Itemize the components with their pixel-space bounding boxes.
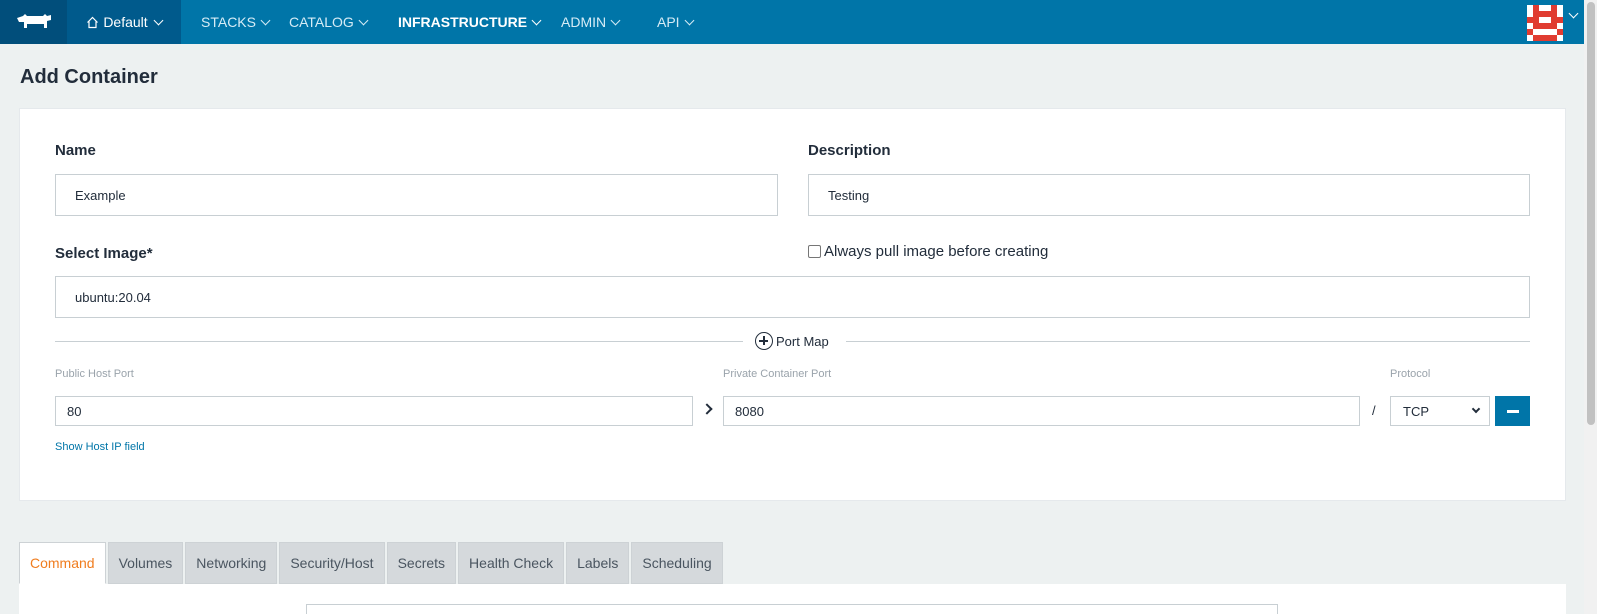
nav-item-label: CATALOG [289, 14, 354, 30]
command-input-box[interactable] [306, 604, 1278, 614]
chevron-down-icon [531, 15, 542, 25]
description-label: Description [808, 142, 891, 159]
public-host-port-input[interactable]: 80 [55, 396, 693, 426]
tab-networking[interactable]: Networking [185, 542, 278, 584]
top-navigation-bar: Default STACKS CATALOG INFRASTRUCTURE AD… [0, 0, 1584, 44]
pull-image-option[interactable]: Always pull image before creating [808, 243, 1048, 260]
remove-port-button[interactable] [1495, 396, 1530, 426]
name-input[interactable]: Example [55, 174, 778, 216]
protocol-select[interactable]: TCP [1390, 396, 1490, 426]
chevron-down-icon [610, 15, 621, 25]
tab-scheduling[interactable]: Scheduling [631, 542, 723, 584]
rancher-logo[interactable] [0, 0, 67, 44]
chevron-down-icon[interactable] [1568, 8, 1579, 19]
cow-logo-icon [16, 14, 51, 28]
config-tabs: Command Volumes Networking Security/Host… [19, 542, 723, 584]
home-icon [87, 16, 99, 28]
public-host-port-label: Public Host Port [55, 368, 134, 380]
select-image-label: Select Image* [55, 245, 153, 262]
page-title: Add Container [20, 66, 158, 88]
image-input[interactable]: ubuntu:20.04 [55, 276, 1530, 318]
scrollbar-thumb[interactable] [1587, 2, 1595, 425]
divider-left [55, 341, 743, 342]
tab-labels[interactable]: Labels [566, 542, 630, 584]
chevron-down-icon [1471, 404, 1481, 414]
chevron-down-icon [684, 15, 695, 25]
private-container-port-input[interactable]: 8080 [723, 396, 1360, 426]
plus-circle-icon [755, 332, 773, 350]
nav-item-stacks[interactable]: STACKS [201, 0, 271, 44]
divider-right [846, 341, 1530, 342]
user-avatar[interactable] [1527, 5, 1563, 41]
protocol-label: Protocol [1390, 368, 1431, 380]
environment-selector[interactable]: Default [67, 0, 181, 44]
port-protocol-separator: / [1372, 403, 1376, 418]
nav-item-admin[interactable]: ADMIN [561, 0, 621, 44]
nav-item-infrastructure[interactable]: INFRASTRUCTURE [398, 0, 542, 44]
description-input[interactable]: Testing [808, 174, 1530, 216]
tab-volumes[interactable]: Volumes [107, 542, 184, 584]
nav-item-label: INFRASTRUCTURE [398, 14, 528, 30]
chevron-down-icon [153, 15, 164, 25]
environment-label: Default [103, 14, 148, 30]
chevron-down-icon [358, 15, 369, 25]
tab-security-host[interactable]: Security/Host [279, 542, 385, 584]
nav-item-label: STACKS [201, 14, 256, 30]
tab-secrets[interactable]: Secrets [386, 542, 457, 584]
show-host-ip-link[interactable]: Show Host IP field [55, 441, 145, 453]
tab-command[interactable]: Command [19, 542, 106, 584]
nav-item-label: ADMIN [561, 14, 607, 30]
chevron-down-icon [260, 15, 271, 25]
tab-health-check[interactable]: Health Check [458, 542, 565, 584]
minus-icon [1506, 409, 1519, 413]
identicon-avatar [1527, 5, 1563, 41]
name-label: Name [55, 142, 96, 159]
nav-item-label: API [657, 14, 680, 30]
port-map-label: Port Map [776, 333, 829, 349]
vertical-scrollbar[interactable] [1584, 0, 1597, 614]
protocol-value: TCP [1403, 403, 1429, 419]
nav-item-catalog[interactable]: CATALOG [289, 0, 369, 44]
pull-image-checkbox[interactable] [808, 245, 821, 258]
nav-item-api[interactable]: API [657, 0, 695, 44]
pull-image-label: Always pull image before creating [824, 243, 1049, 260]
private-container-port-label: Private Container Port [723, 368, 832, 380]
add-port-map-button[interactable]: Port Map [755, 332, 829, 350]
